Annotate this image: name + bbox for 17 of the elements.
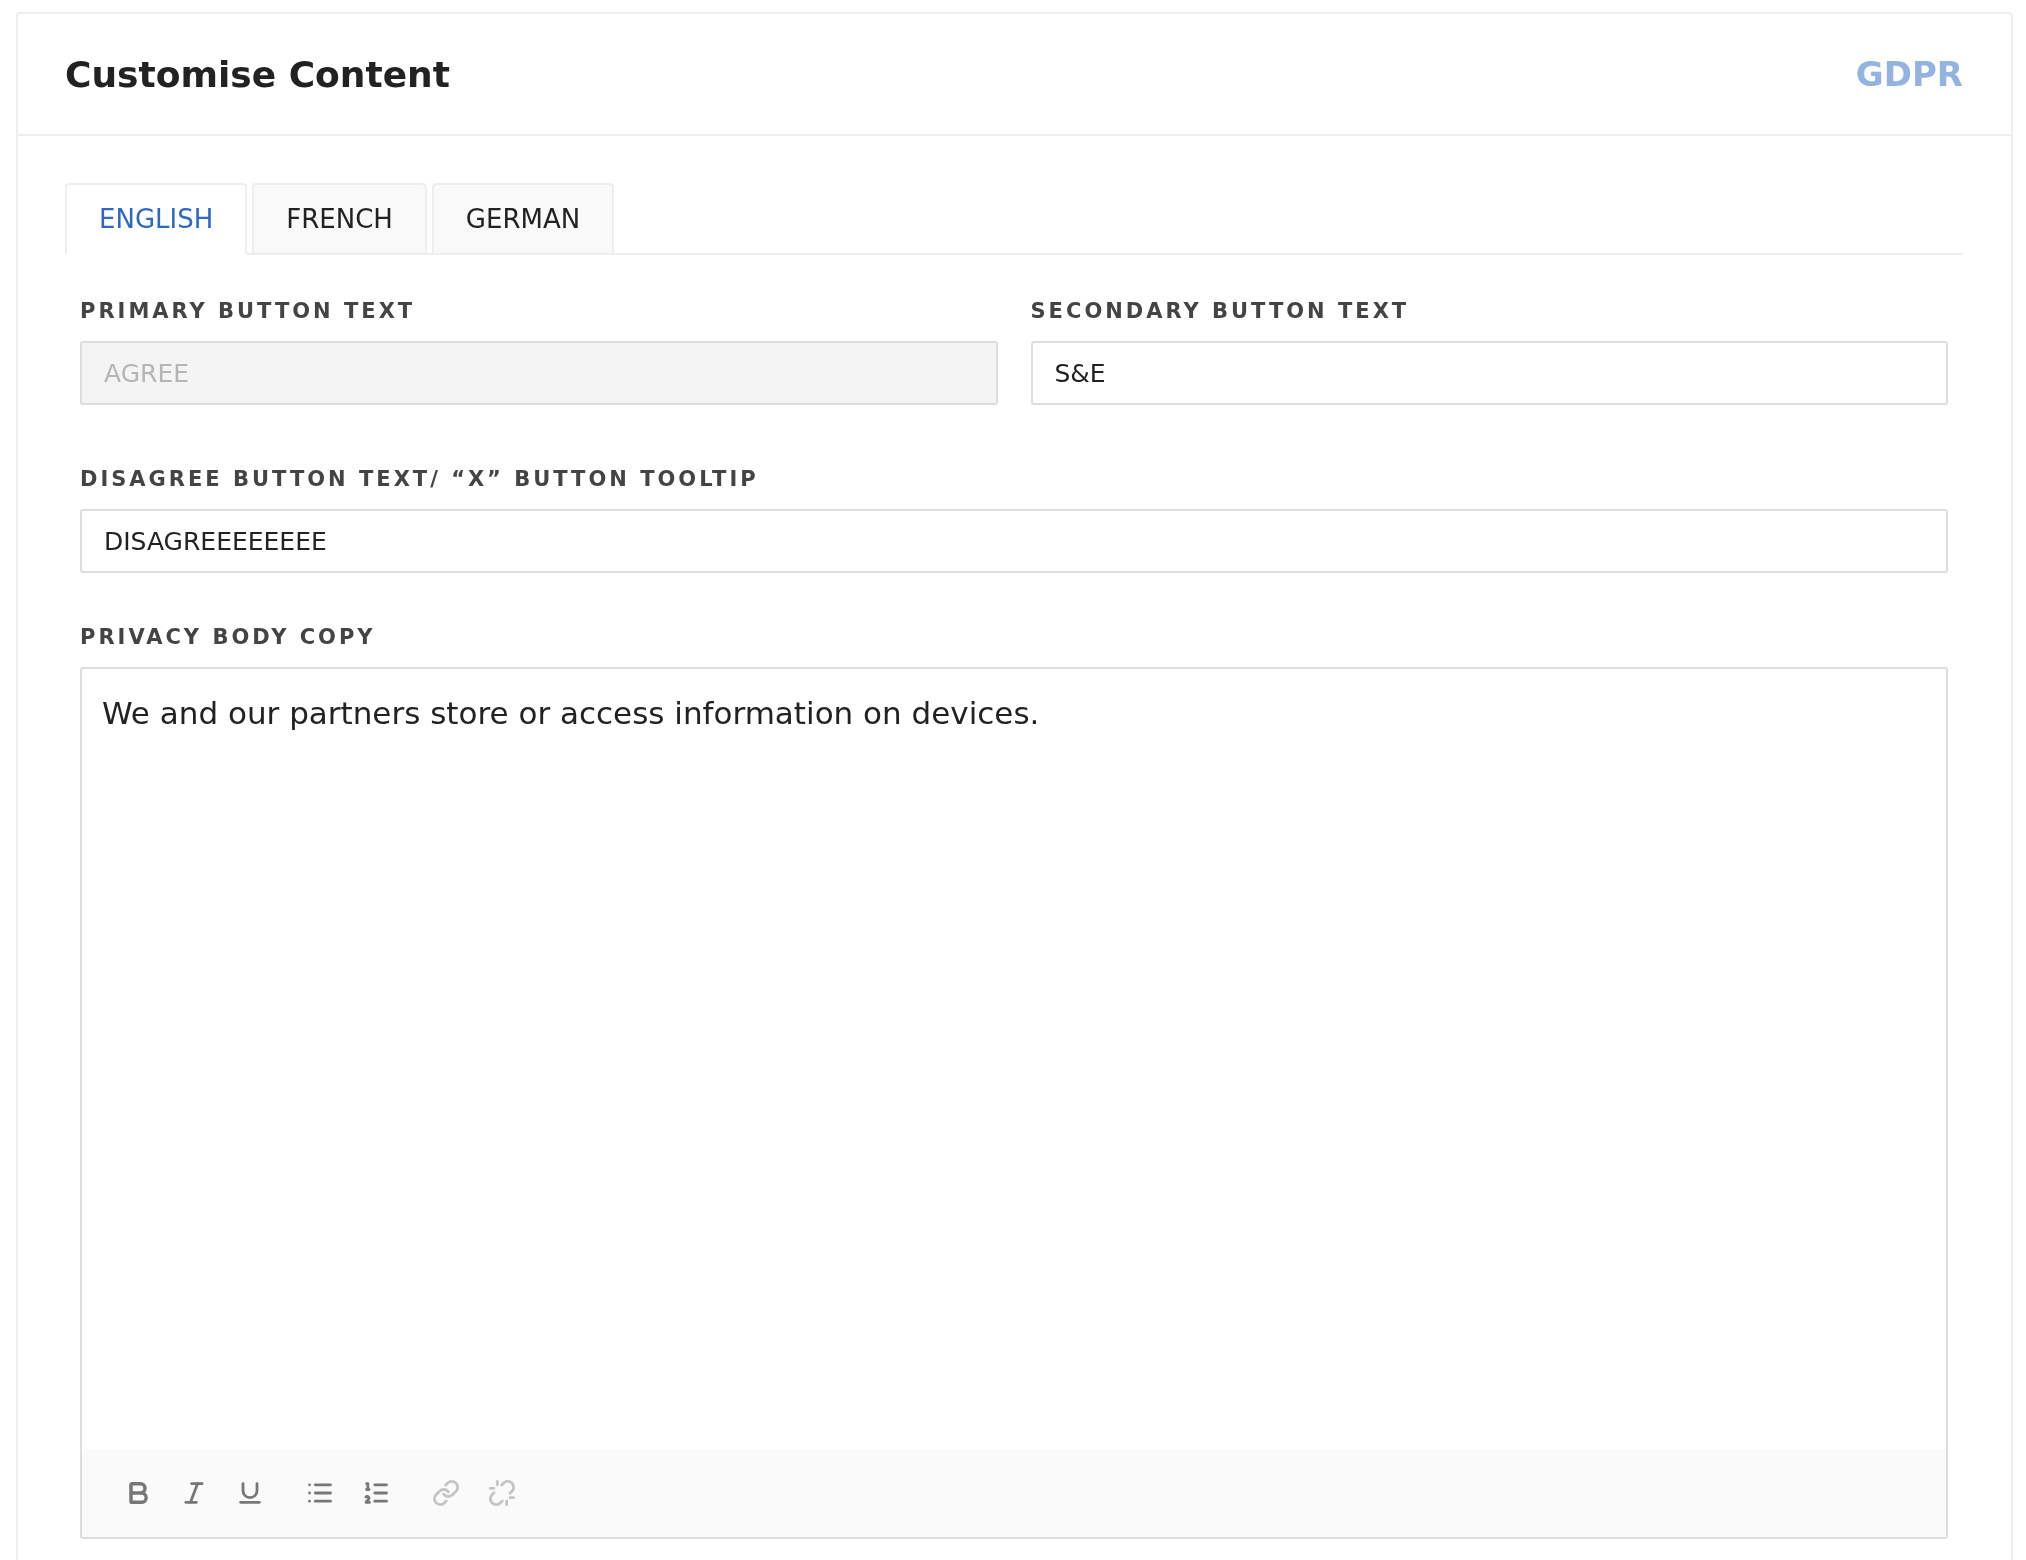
text-field[interactable]: S&E <box>1030 341 1948 405</box>
numbered-list-icon <box>362 1479 390 1507</box>
rich-text-editor[interactable]: We and our partners store or access information on devices. <box>80 667 1948 1539</box>
page-title: Customise Content <box>65 53 450 95</box>
link-icon <box>432 1479 460 1507</box>
field-label: DISAGREE BUTTON TEXT/ “X” BUTTON TOOLTIP <box>80 467 760 491</box>
language-tab[interactable]: ENGLISH <box>65 183 248 255</box>
field-label: PRIVACY BODY COPY <box>80 625 377 649</box>
unlink-icon <box>488 1479 516 1507</box>
underline-icon <box>236 1479 264 1507</box>
gdpr-label: GDPR <box>1855 54 1963 94</box>
language-tab[interactable]: GERMAN <box>431 183 615 255</box>
field-label: SECONDARY BUTTON TEXT <box>1030 299 1411 323</box>
body-copy-text: We and our partners store or access information on devices. <box>101 694 1041 733</box>
field-label: PRIMARY BUTTON TEXT <box>80 299 417 323</box>
language-tab[interactable]: FRENCH <box>252 183 427 255</box>
text-field[interactable]: DISAGREEEEEEEE <box>80 509 1948 573</box>
